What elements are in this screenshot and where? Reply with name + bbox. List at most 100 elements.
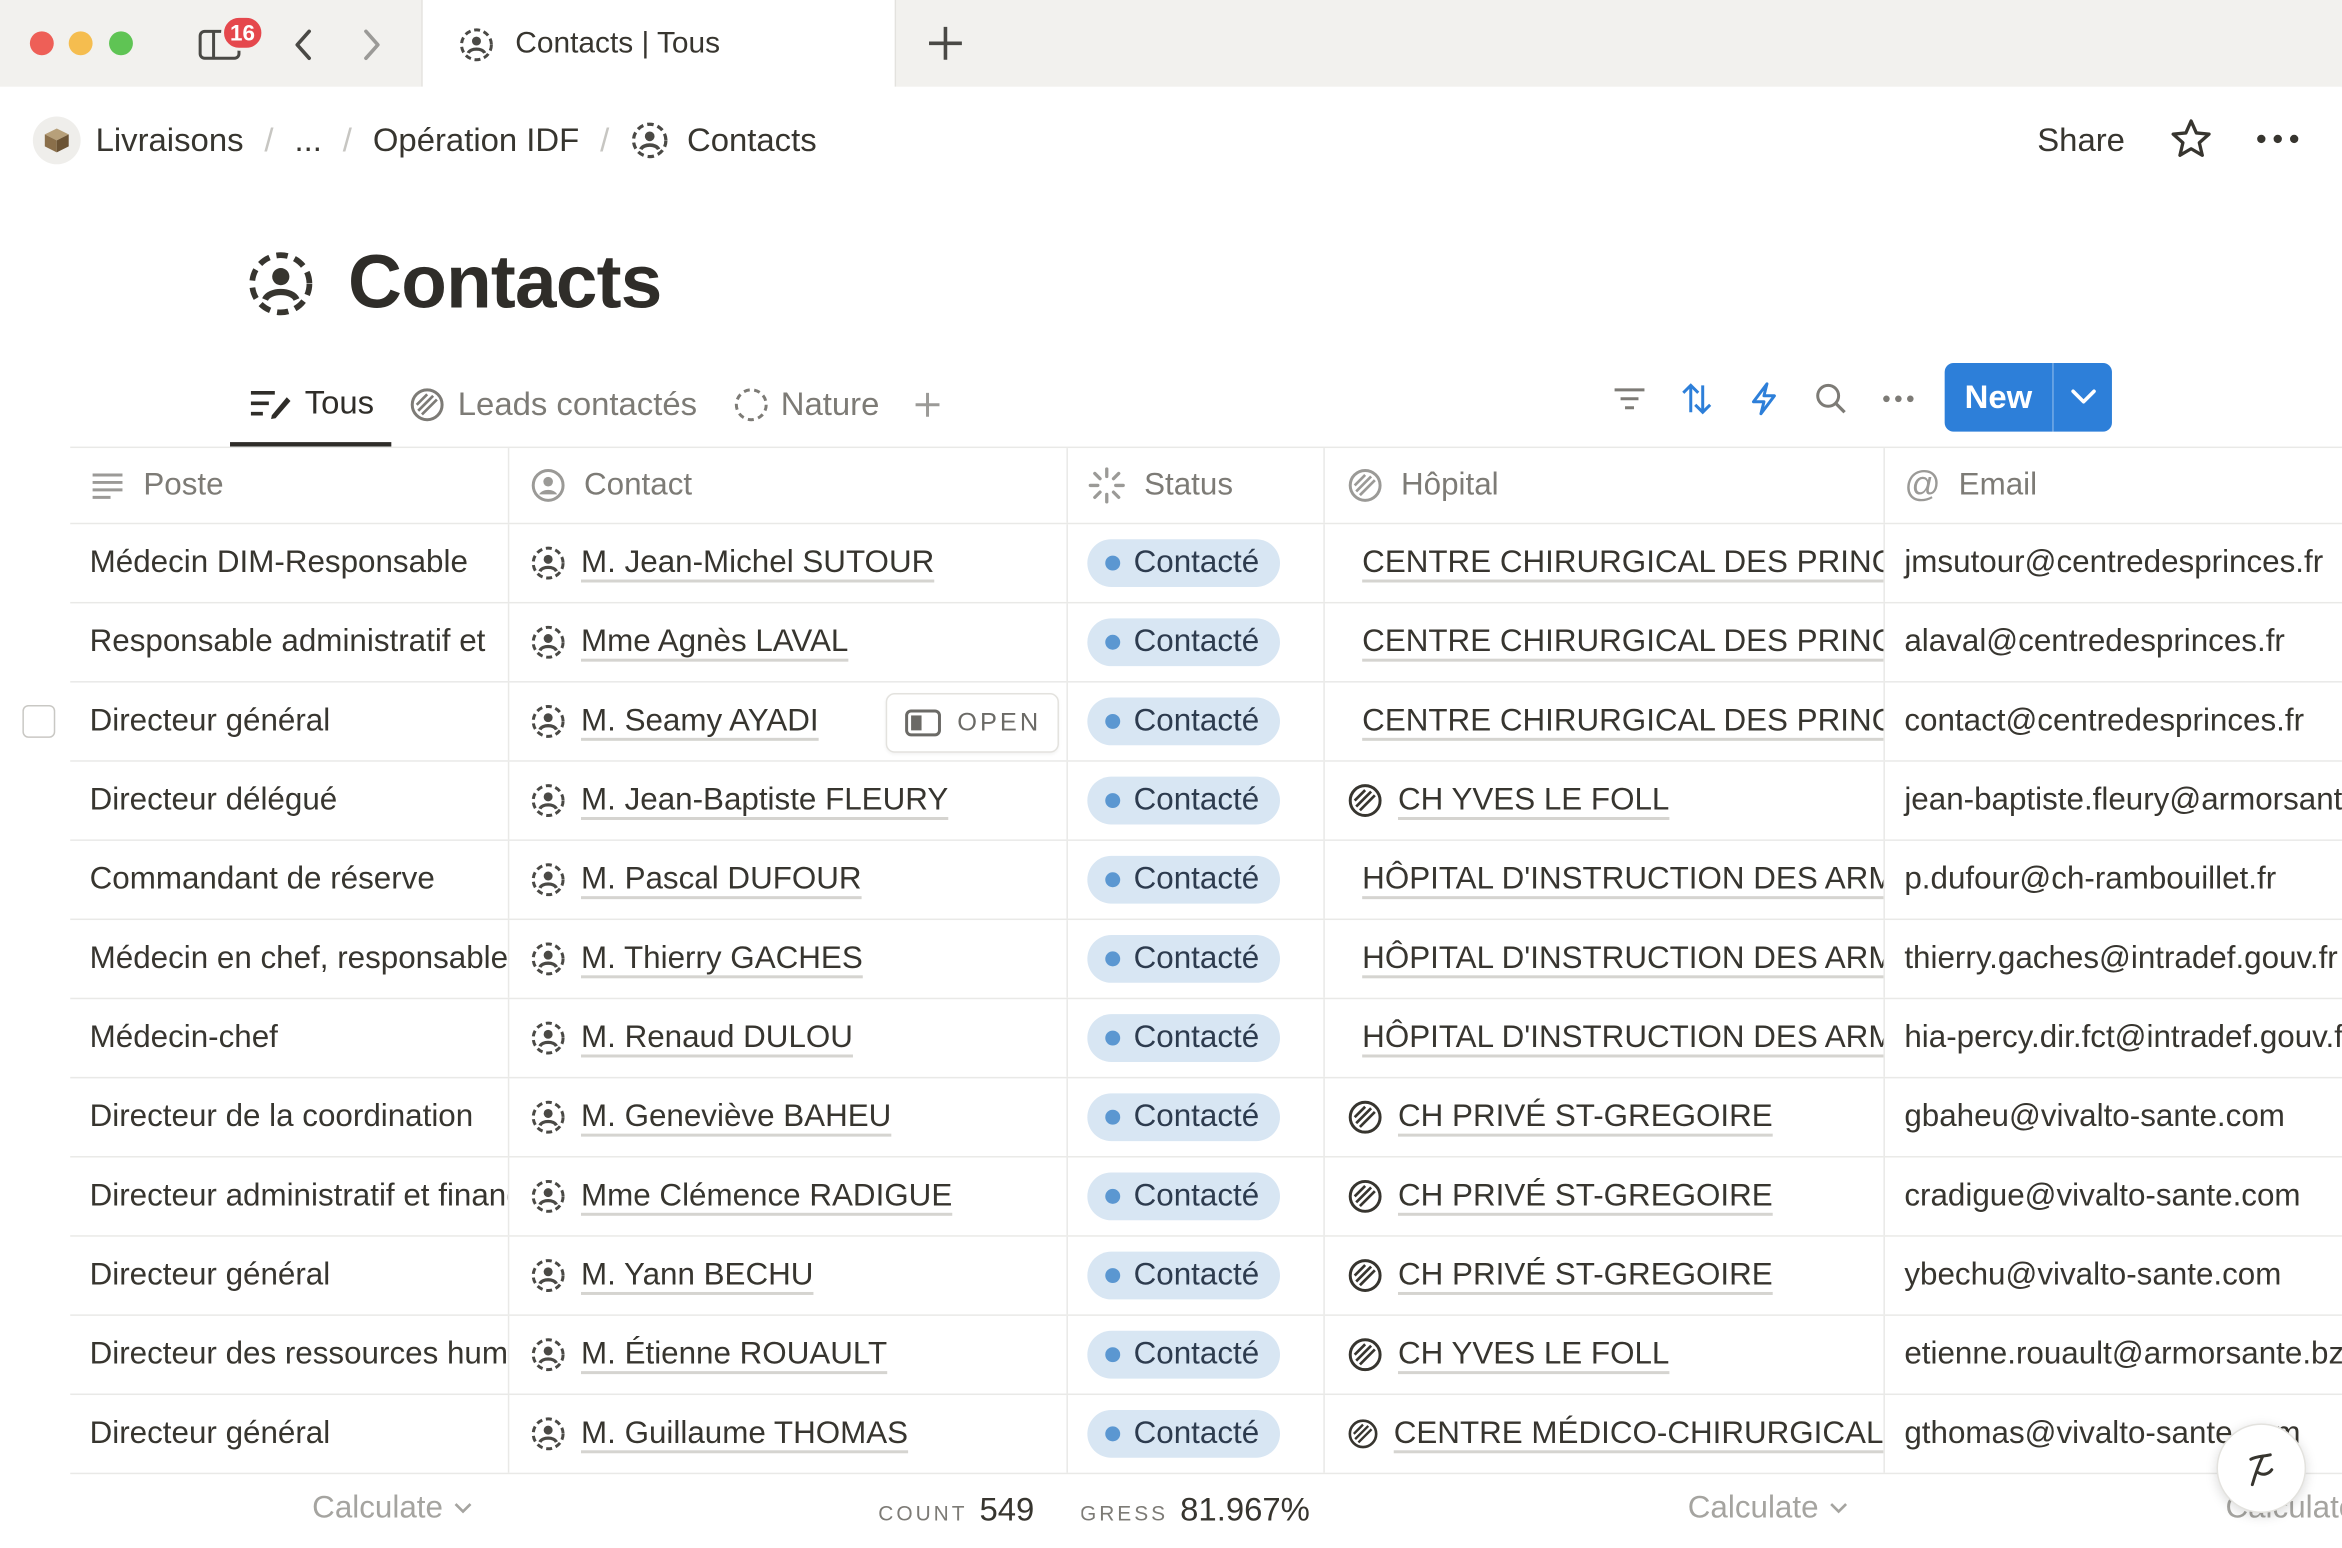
cell-hopital[interactable]: CENTRE CHIRURGICAL DES PRINCES (1325, 603, 1885, 682)
cell-poste[interactable]: Directeur des ressources humaines (70, 1315, 510, 1394)
cell-email[interactable]: contact@centredesprinces.fr (1885, 683, 2342, 761)
browser-tab-active[interactable]: Contacts | Tous (421, 0, 897, 89)
cell-poste[interactable]: Directeur délégué (70, 761, 510, 840)
contact-link[interactable]: M. Jean-Baptiste FLEURY (581, 783, 948, 819)
cell-poste[interactable]: Directeur de la coordination (70, 1078, 510, 1157)
cell-contact[interactable]: M. Thierry GACHES (509, 920, 1068, 998)
breadcrumb-item-ellipsis[interactable]: ... (294, 121, 321, 160)
column-header-contact[interactable]: Contact (509, 448, 1068, 523)
cell-email[interactable]: hia-percy.dir.fct@intradef.gouv.fr (1885, 999, 2342, 1077)
cell-hopital[interactable]: CENTRE MÉDICO-CHIRURGICAL (1325, 1395, 1885, 1473)
progress-summary[interactable]: PROGRESS 81.967% (1056, 1491, 1310, 1530)
table-row[interactable]: Directeur de la coordination M. Geneviève… (70, 1078, 2342, 1158)
view-options-button[interactable] (1864, 364, 1931, 433)
cell-status[interactable]: Contacté (1068, 603, 1325, 682)
cell-status[interactable]: Contacté (1068, 1315, 1325, 1394)
contact-link[interactable]: Mme Clémence RADIGUE (581, 1178, 952, 1214)
cell-email[interactable]: jean-baptiste.fleury@armorsante.bzh (1885, 762, 2342, 840)
search-button[interactable] (1797, 364, 1864, 433)
breadcrumb-item-contacts[interactable]: Contacts (630, 121, 817, 160)
table-row[interactable]: Médecin-chef M. Renaud DULOU Contacté HÔPIT… (70, 999, 2342, 1079)
contact-link[interactable]: M. Renaud DULOU (581, 1020, 853, 1056)
cell-contact[interactable]: M. Geneviève BAHEU (509, 1078, 1068, 1157)
breadcrumb-item-livraisons[interactable]: Livraisons (32, 116, 244, 165)
hopital-link[interactable]: HÔPITAL D'INSTRUCTION DES ARMÉES (1362, 941, 1883, 977)
page-title[interactable]: Contacts (348, 239, 662, 326)
cell-contact[interactable]: M. Guillaume THOMAS (509, 1395, 1068, 1473)
cell-contact[interactable]: M. Renaud DULOU (509, 999, 1068, 1077)
cell-hopital[interactable]: CENTRE CHIRURGICAL DES PRINCES (1325, 682, 1885, 761)
contact-link[interactable]: M. Jean-Michel SUTOUR (581, 545, 934, 581)
cell-status[interactable]: Contacté (1068, 1078, 1325, 1157)
cell-status[interactable]: Contacté (1068, 840, 1325, 919)
close-window-button[interactable] (29, 31, 54, 56)
table-row[interactable]: Directeur administratif et financier Mme … (70, 1157, 2342, 1237)
hopital-link[interactable]: CENTRE CHIRURGICAL DES PRINCES (1362, 624, 1883, 660)
cell-email[interactable]: ybechu@vivalto-sante.com (1885, 1237, 2342, 1315)
favorite-button[interactable] (2169, 117, 2214, 169)
contact-link[interactable]: M. Guillaume THOMAS (581, 1416, 908, 1452)
cell-email[interactable]: cradigue@vivalto-sante.com (1885, 1158, 2342, 1236)
table-row[interactable]: Médecin DIM-Responsable M. Jean-Michel SU… (70, 524, 2342, 604)
hopital-link[interactable]: CH PRIVÉ ST-GREGOIRE (1398, 1258, 1773, 1294)
count-summary[interactable]: COUNT 549 (878, 1491, 1034, 1530)
cell-email[interactable]: thierry.gaches@intradef.gouv.fr (1885, 920, 2342, 998)
table-row[interactable]: Directeur général M. Guillaume THOMAS Cont… (70, 1395, 2342, 1475)
cell-poste[interactable]: Médecin DIM-Responsable (70, 524, 510, 602)
hopital-link[interactable]: HÔPITAL D'INSTRUCTION DES ARMÉES (1362, 862, 1883, 898)
cell-poste[interactable]: Directeur général (70, 1236, 510, 1315)
open-row-button[interactable]: OPEN (885, 693, 1059, 753)
contact-link[interactable]: M. Geneviève BAHEU (581, 1099, 891, 1135)
cell-status[interactable]: Contacté (1068, 761, 1325, 840)
column-header-status[interactable]: Status (1068, 448, 1325, 523)
cell-hopital[interactable]: CH PRIVÉ ST-GREGOIRE (1325, 1236, 1885, 1315)
hopital-link[interactable]: CH YVES LE FOLL (1398, 1337, 1669, 1373)
cell-status[interactable]: Contacté (1068, 682, 1325, 761)
new-options-dropdown[interactable] (2054, 388, 2112, 406)
cell-poste[interactable]: Directeur général (70, 1395, 510, 1473)
breadcrumb-item-operation-idf[interactable]: Opération IDF (373, 121, 579, 160)
column-header-poste[interactable]: Poste (70, 448, 510, 523)
hopital-link[interactable]: CENTRE MÉDICO-CHIRURGICAL (1394, 1416, 1884, 1452)
cell-contact[interactable]: M. Pascal DUFOUR (509, 840, 1068, 919)
hopital-link[interactable]: CH PRIVÉ ST-GREGOIRE (1398, 1099, 1773, 1135)
cell-hopital[interactable]: CENTRE CHIRURGICAL DES PRINCES (1325, 524, 1885, 602)
cell-hopital[interactable]: CH PRIVÉ ST-GREGOIRE (1325, 1078, 1885, 1157)
cell-hopital[interactable]: HÔPITAL D'INSTRUCTION DES ARMÉES (1325, 840, 1885, 919)
cell-hopital[interactable]: CH YVES LE FOLL (1325, 1315, 1885, 1394)
table-row[interactable]: Directeur délégué M. Jean-Baptiste FLEURY… (70, 761, 2342, 841)
filter-button[interactable] (1595, 364, 1662, 433)
cell-status[interactable]: Contacté (1068, 999, 1325, 1077)
cell-status[interactable]: Contacté (1068, 1236, 1325, 1315)
table-row[interactable]: Directeur général M. Seamy AYADI OPEN Conta… (22, 682, 2342, 762)
hopital-link[interactable]: CH PRIVÉ ST-GREGOIRE (1398, 1178, 1773, 1214)
cell-email[interactable]: alaval@centredesprinces.fr (1885, 603, 2342, 681)
contact-link[interactable]: M. Thierry GACHES (581, 941, 863, 977)
cell-poste[interactable]: Responsable administratif et (70, 603, 510, 682)
cell-contact[interactable]: Mme Agnès LAVAL (509, 603, 1068, 682)
cell-status[interactable]: Contacté (1068, 920, 1325, 998)
forward-button[interactable] (352, 24, 391, 66)
contact-link[interactable]: M. Pascal DUFOUR (581, 862, 862, 898)
cell-poste[interactable]: Directeur général (70, 682, 510, 761)
cell-hopital[interactable]: CH YVES LE FOLL (1325, 761, 1885, 840)
row-select-checkbox[interactable] (22, 704, 56, 738)
share-button[interactable]: Share (2037, 121, 2125, 160)
contact-link[interactable]: M. Étienne ROUAULT (581, 1337, 887, 1373)
cell-poste[interactable]: Directeur administratif et financier (70, 1157, 510, 1236)
table-row[interactable]: Commandant de réserve M. Pascal DUFOUR Con… (70, 840, 2342, 921)
cell-status[interactable]: Contacté (1068, 524, 1325, 602)
cell-contact[interactable]: Mme Clémence RADIGUE (509, 1157, 1068, 1236)
add-view-button[interactable] (897, 363, 957, 447)
cell-email[interactable]: p.dufour@ch-rambouillet.fr (1885, 841, 2342, 919)
minimize-window-button[interactable] (68, 31, 93, 56)
cell-poste[interactable]: Médecin en chef, responsable (70, 920, 510, 998)
table-row[interactable]: Responsable administratif et Mme Agnès LA… (70, 603, 2342, 683)
cell-poste[interactable]: Médecin-chef (70, 999, 510, 1077)
cell-contact[interactable]: M. Jean-Baptiste FLEURY (509, 761, 1068, 840)
cell-contact[interactable]: M. Jean-Michel SUTOUR (509, 524, 1068, 602)
cell-hopital[interactable]: HÔPITAL D'INSTRUCTION DES ARMÉES (1325, 999, 1885, 1077)
table-row[interactable]: Directeur général M. Yann BECHU Contacté CH… (70, 1236, 2342, 1316)
column-header-hopital[interactable]: Hôpital (1325, 448, 1885, 523)
cell-status[interactable]: Contacté (1068, 1395, 1325, 1473)
